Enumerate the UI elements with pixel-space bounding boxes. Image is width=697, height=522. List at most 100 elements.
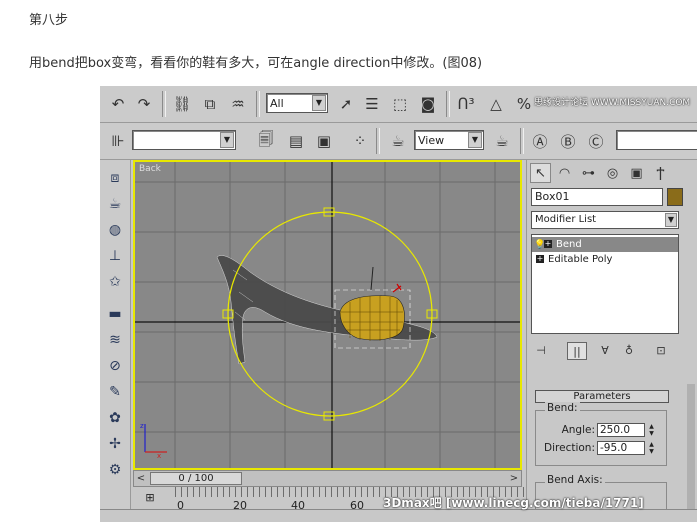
chevron-down-icon: ▼ <box>665 213 677 227</box>
undo-icon[interactable]: ↶ <box>106 92 130 116</box>
max-screenshot: ↶ ↷ ⛓ ⧉ ♒ All ▼ ➚ ☰ ⬚ ◙ ᑎ³ △ % 思缘设计论坛 WW… <box>100 86 697 521</box>
chevron-left-icon[interactable]: < <box>134 471 148 486</box>
bend-group-title: Bend: <box>545 402 580 414</box>
sphere-icon[interactable]: ◍ <box>103 218 127 242</box>
rectangular-selection-icon[interactable]: ⬚ <box>388 92 412 116</box>
plane-icon[interactable]: ⊥ <box>103 244 127 268</box>
stack-item-bend[interactable]: 💡 + Bend <box>532 237 678 252</box>
shelf-icon[interactable]: ▬ <box>103 302 127 326</box>
expand-icon[interactable]: + <box>544 240 552 248</box>
coord-system-value: View <box>418 134 445 147</box>
step-description: 用bend把box变弯，看看你的鞋有多大，可在angle direction中修… <box>29 56 483 71</box>
create-tab-icon[interactable]: ↖ <box>530 163 551 183</box>
make-unique-icon[interactable]: ∀ <box>595 342 615 360</box>
quick-render-icon[interactable]: ☕ <box>490 129 514 153</box>
angle-spinner-arrows[interactable]: ▲ ▼ <box>647 423 656 437</box>
angle-input[interactable]: 250.0 <box>597 423 645 437</box>
schematic-view-icon[interactable]: ▣ <box>312 129 336 153</box>
bend-group <box>535 410 667 466</box>
percent-snap-icon[interactable]: % <box>512 92 536 116</box>
chevron-down-icon: ▼ <box>220 132 234 148</box>
select-object-icon[interactable]: ➚ <box>334 92 358 116</box>
stack-icon[interactable]: ≋ <box>103 328 127 352</box>
pin-stack-icon[interactable]: ⊣ <box>531 342 551 360</box>
create-box-icon[interactable]: ⧈ <box>103 166 127 190</box>
chevron-down-icon: ▼ <box>468 132 482 148</box>
panel-scrollbar[interactable] <box>687 384 695 521</box>
expand-icon[interactable]: + <box>536 255 544 263</box>
time-slider[interactable]: 0 / 100 <box>150 472 242 485</box>
render-preset-field[interactable] <box>616 130 697 150</box>
back-viewport[interactable]: Back x z <box>133 160 522 470</box>
modifier-stack: 💡 + Bend + Editable Poly <box>531 234 679 334</box>
selection-filter-dropdown[interactable]: All ▼ <box>266 93 328 113</box>
utilities-tab-icon[interactable]: Ϯ <box>650 163 671 183</box>
modifier-list-label: Modifier List <box>535 214 597 225</box>
viewport-scene: x z <box>135 162 520 468</box>
bind-space-warp-icon[interactable]: ♒ <box>226 92 250 116</box>
direction-label: Direction: <box>544 442 595 454</box>
step-title: 第八步 <box>29 13 69 28</box>
motion-tab-icon[interactable]: ◎ <box>602 163 623 183</box>
render-c-icon[interactable]: Ⓒ <box>584 129 608 153</box>
secondary-toolbar: ⊪ ▼ 🗐 ▤ ▣ ⁘ ☕ View ▼ ☕ Ⓐ Ⓑ Ⓒ <box>100 123 697 160</box>
configure-sets-icon[interactable]: ⊡ <box>651 342 671 360</box>
teapot-icon[interactable]: ☕ <box>103 192 127 216</box>
modifier-list-dropdown[interactable]: Modifier List ▼ <box>531 211 679 229</box>
tube-icon[interactable]: ⊘ <box>103 354 127 378</box>
stack-item-editable-poly[interactable]: + Editable Poly <box>532 252 678 267</box>
toolbar-separator <box>376 128 380 154</box>
select-by-name-icon[interactable]: ☰ <box>360 92 384 116</box>
command-panel: ↖ ◠ ⊶ ◎ ▣ Ϯ Box01 Modifier List ▼ 💡 + Be… <box>526 160 697 521</box>
toolbar-separator <box>256 91 260 117</box>
remove-modifier-icon[interactable]: ♁ <box>619 342 639 360</box>
wrench-icon[interactable]: ✎ <box>103 380 127 404</box>
svg-text:x: x <box>157 452 161 460</box>
toolbar-separator <box>446 91 450 117</box>
star-icon[interactable]: ✩ <box>103 270 127 294</box>
bend-axis-title: Bend Axis: <box>545 474 605 486</box>
left-toolbar: ⧈ ☕ ◍ ⊥ ✩ ▬ ≋ ⊘ ✎ ✿ ✢ ⚙ <box>100 160 131 521</box>
direction-input[interactable]: -95.0 <box>597 441 645 455</box>
layer-manager-icon[interactable]: 🗐 <box>254 129 278 153</box>
reference-coordinate-dropdown[interactable]: View ▼ <box>414 130 484 150</box>
key-filter-icon[interactable]: ⊞ <box>141 491 159 507</box>
angle-label: Angle: <box>561 424 595 436</box>
watermark-bottom: 3Dmax吧 [www.linecg.com/tieba/1771] <box>383 496 644 510</box>
render-setup-icon[interactable]: ☕ <box>386 129 410 153</box>
chevron-down-icon: ▼ <box>312 95 326 111</box>
snap-toggle-icon[interactable]: ᑎ³ <box>454 92 478 116</box>
direction-spinner-arrows[interactable]: ▲ ▼ <box>647 441 656 455</box>
material-editor-icon[interactable]: ⁘ <box>348 129 372 153</box>
render-b-icon[interactable]: Ⓑ <box>556 129 580 153</box>
angle-snap-icon[interactable]: △ <box>484 92 508 116</box>
selection-filter-value: All <box>270 97 284 110</box>
axis-tripod: x z <box>140 422 167 460</box>
chevron-right-icon[interactable]: > <box>507 471 521 486</box>
mirror-icon[interactable]: ⊪ <box>106 129 130 153</box>
stack-item-label: Bend <box>556 239 582 250</box>
stack-tools: ⊣ || ∀ ♁ ⊡ <box>531 340 695 362</box>
time-slider-bar: < 0 / 100 > <box>133 470 522 487</box>
gear-icon[interactable]: ⚙ <box>103 458 127 482</box>
fan-icon[interactable]: ✢ <box>103 432 127 456</box>
toolbar-separator <box>162 91 166 117</box>
object-color-swatch[interactable] <box>667 188 683 206</box>
modify-tab-icon[interactable]: ◠ <box>554 163 575 183</box>
object-name-field[interactable]: Box01 <box>531 188 663 206</box>
redo-icon[interactable]: ↷ <box>132 92 156 116</box>
toolbar-separator <box>520 128 524 154</box>
window-crossing-icon[interactable]: ◙ <box>416 92 440 116</box>
main-toolbar: ↶ ↷ ⛓ ⧉ ♒ All ▼ ➚ ☰ ⬚ ◙ ᑎ³ △ % 思缘设计论坛 WW… <box>100 86 697 123</box>
helix-icon[interactable]: ✿ <box>103 406 127 430</box>
unlink-icon[interactable]: ⧉ <box>198 92 222 116</box>
display-tab-icon[interactable]: ▣ <box>626 163 647 183</box>
svg-text:z: z <box>140 422 144 430</box>
hierarchy-tab-icon[interactable]: ⊶ <box>578 163 599 183</box>
named-selection-dropdown[interactable]: ▼ <box>132 130 236 150</box>
render-a-icon[interactable]: Ⓐ <box>528 129 552 153</box>
track-view-icon[interactable]: ▤ <box>284 129 308 153</box>
stack-item-label: Editable Poly <box>548 254 613 265</box>
show-end-result-icon[interactable]: || <box>567 342 587 360</box>
select-link-icon[interactable]: ⛓ <box>170 92 194 116</box>
